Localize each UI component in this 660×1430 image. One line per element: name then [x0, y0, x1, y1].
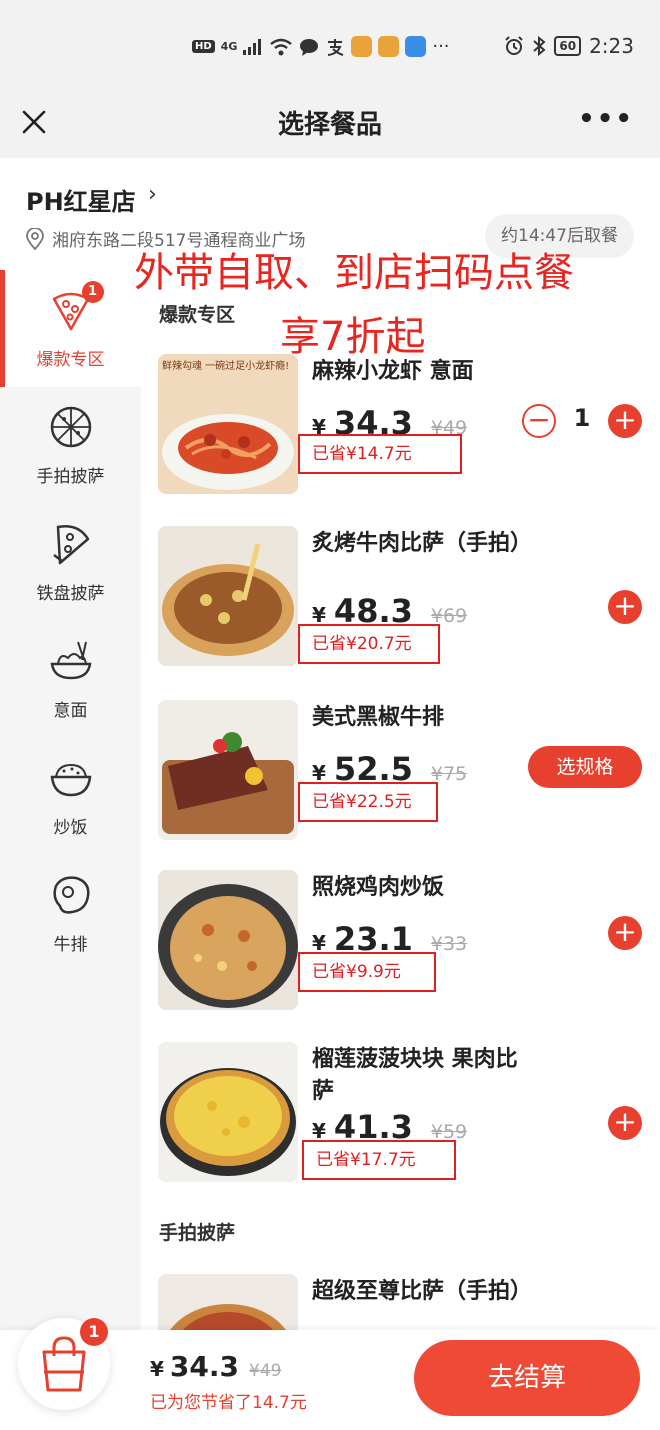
product-item[interactable]: 炙烤牛肉比萨（手拍） ¥ 48.3 ¥69 已省¥20.7元 + [141, 526, 660, 676]
status-icons: HD 4G ··· [192, 36, 450, 57]
nav-bar: 选择餐品 ••• [0, 96, 660, 158]
product-image [158, 700, 298, 840]
decrease-quantity-button[interactable]: − [522, 404, 556, 438]
product-item[interactable]: 超级至尊比萨（手拍） [141, 1274, 660, 1330]
signal-icon [243, 38, 262, 55]
add-to-cart-button[interactable]: + [608, 916, 642, 950]
steak-icon [52, 876, 89, 914]
promo-annotation-line2: 享7折起 [280, 314, 426, 360]
product-item[interactable]: 榴莲菠菠块块 果肉比萨 ¥ 41.3 ¥59 已省¥17.7元 + [141, 1042, 660, 1192]
more-menu-button[interactable]: ••• [578, 104, 634, 134]
increase-quantity-button[interactable]: + [608, 404, 642, 438]
add-to-cart-button[interactable]: + [608, 1106, 642, 1140]
rice-bowl-icon [50, 763, 91, 797]
product-image-caption: 鲜辣勾魂 一碗过足小龙虾瘾! [162, 361, 290, 372]
pan-pizza-icon [52, 525, 89, 565]
cloud-app-icon [405, 36, 427, 57]
product-savings: 已省¥17.7元 [302, 1140, 456, 1180]
cart-original-price: ¥49 [249, 1361, 282, 1381]
cart-count-badge: 1 [80, 1318, 108, 1346]
status-time: 2:23 [589, 34, 634, 58]
battery-icon: 60 [554, 36, 582, 56]
add-to-cart-button[interactable]: + [608, 590, 642, 624]
signal-4g-label: 4G [220, 40, 238, 53]
section-title: 爆款专区 [159, 304, 236, 326]
category-label: 牛排 [53, 935, 88, 955]
product-name: 炙烤牛肉比萨（手拍） [312, 531, 533, 556]
product-item[interactable]: 鲜辣勾魂 一碗过足小龙虾瘾! 麻辣小龙虾 意面 ¥ 34.3 ¥49 已省¥14… [141, 354, 660, 504]
product-savings: 已省¥14.7元 [298, 434, 462, 474]
wifi-icon [270, 38, 293, 55]
section-title: 手拍披萨 [159, 1222, 236, 1244]
alipay-icon [328, 38, 344, 56]
chat-icon [300, 38, 319, 56]
category-item-pasta[interactable]: 意面 [0, 621, 141, 738]
category-item-pan-pizza[interactable]: 铁盘披萨 [0, 504, 141, 621]
cart-bar: 1 ¥ 34.3 ¥49 已为您节省了14.7元 去结算 [0, 1318, 660, 1430]
bluetooth-icon [533, 36, 546, 56]
currency-symbol: ¥ [150, 1357, 164, 1381]
category-label: 爆款专区 [36, 350, 105, 370]
category-label: 铁盘披萨 [36, 584, 105, 604]
product-name: 照烧鸡肉炒饭 [312, 875, 445, 900]
product-list: 爆款专区 鲜辣勾魂 一碗过足小龙虾瘾! 麻辣小龙虾 意面 ¥ 34.3 ¥49 … [141, 270, 660, 1330]
product-name: 榴莲菠菠块块 果肉比萨 [312, 1047, 518, 1104]
product-image [158, 526, 298, 666]
product-quantity: 1 [573, 404, 591, 432]
product-name: 美式黑椒牛排 [312, 705, 445, 730]
product-image [158, 1274, 298, 1330]
store-name[interactable]: PH红星店 [26, 182, 136, 217]
category-item-steak[interactable]: 牛排 [0, 855, 141, 972]
weibo-app-icon-2 [378, 36, 400, 57]
product-name: 超级至尊比萨（手拍） [312, 1279, 533, 1304]
category-label: 手拍披萨 [36, 467, 105, 487]
product-savings: 已省¥22.5元 [298, 782, 438, 822]
alarm-icon [505, 36, 524, 55]
whole-pizza-icon [50, 406, 91, 448]
status-bar: HD 4G ··· 60 2:23 [0, 0, 660, 96]
product-image [158, 1042, 298, 1182]
checkout-button[interactable]: 去结算 [414, 1340, 640, 1416]
product-item[interactable]: 照烧鸡肉炒饭 ¥ 23.1 ¥33 已省¥9.9元 + [141, 870, 660, 1020]
more-notifications-icon: ··· [432, 36, 450, 57]
product-savings: 已省¥9.9元 [298, 952, 436, 992]
promo-annotation-line1: 外带自取、到店扫码点餐 [134, 250, 574, 296]
status-right: 60 2:23 [504, 34, 634, 58]
category-item-fried-rice[interactable]: 炒饭 [0, 738, 141, 855]
hd-indicator: HD [192, 40, 215, 53]
cart-total: ¥ 34.3 ¥49 [150, 1350, 281, 1383]
product-image: 鲜辣勾魂 一碗过足小龙虾瘾! [158, 354, 298, 494]
product-item[interactable]: 美式黑椒牛排 ¥ 52.5 ¥75 已省¥22.5元 选规格 [141, 700, 660, 850]
cart-total-price: 34.3 [169, 1350, 240, 1383]
category-item-handmade-pizza[interactable]: 手拍披萨 [0, 387, 141, 504]
product-image [158, 870, 298, 1010]
category-sidebar: 1 爆款专区 手拍披萨 铁盘披萨 意面 炒饭 牛排 [0, 270, 141, 1330]
category-label: 意面 [53, 701, 88, 721]
product-original-price: ¥33 [430, 933, 468, 955]
product-savings: 已省¥20.7元 [298, 624, 440, 664]
page-title: 选择餐品 [277, 110, 382, 140]
chevron-right-icon[interactable]: › [148, 182, 157, 207]
select-spec-button[interactable]: 选规格 [528, 746, 642, 788]
page: HD 4G ··· 60 2:23 选择餐品 ••• PH红星店 › 湘府东路二… [0, 0, 660, 1430]
weibo-app-icon [351, 36, 373, 57]
pasta-bowl-icon [50, 641, 91, 680]
cart-savings-note: 已为您节省了14.7元 [150, 1393, 307, 1413]
category-label: 炒饭 [53, 818, 88, 838]
